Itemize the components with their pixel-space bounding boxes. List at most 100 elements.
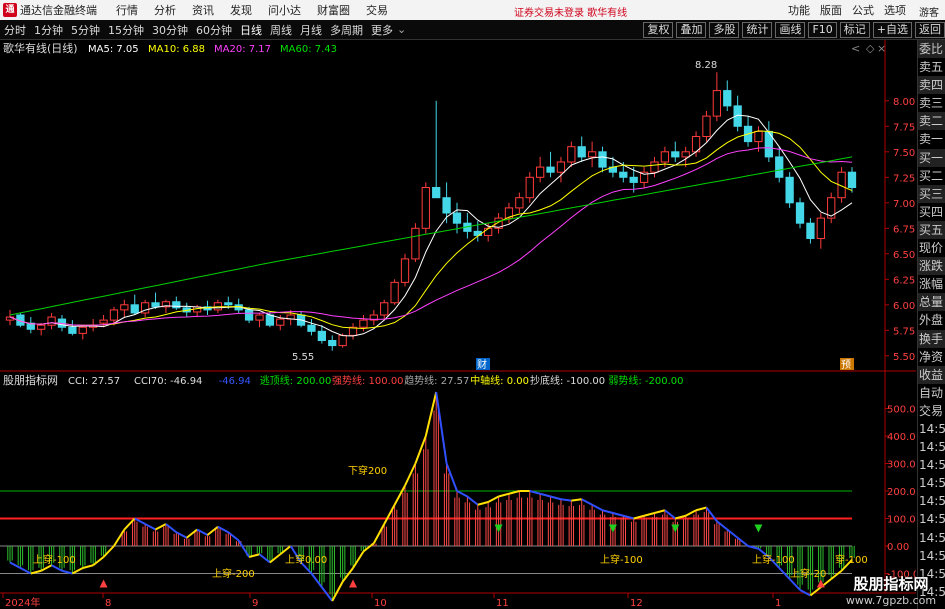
side-panel-item: 涨幅 bbox=[919, 277, 944, 292]
side-panel-item: 14:56 bbox=[919, 548, 945, 563]
menu-trade[interactable]: 交易 bbox=[358, 2, 396, 18]
side-panel-item[interactable]: 自动 bbox=[918, 384, 945, 402]
mark-button[interactable]: 标记 bbox=[839, 22, 870, 38]
side-panel-item[interactable]: 交易 bbox=[918, 402, 945, 420]
guest-user[interactable]: 游客 bbox=[919, 4, 939, 19]
price-tick: 6.00 bbox=[893, 301, 915, 312]
price-tick: 7.75 bbox=[893, 122, 915, 133]
menu-options[interactable]: 选项 bbox=[879, 2, 911, 18]
side-panel-item: 14:56 bbox=[919, 530, 945, 545]
close-icon[interactable]: × bbox=[877, 42, 886, 55]
candle bbox=[785, 172, 794, 208]
stats-button[interactable]: 统计 bbox=[742, 22, 773, 38]
side-panel-item: 卖一 bbox=[919, 132, 944, 147]
side-panel-item: 14:56 bbox=[919, 458, 945, 473]
multi-stock-button[interactable]: 多股 bbox=[709, 22, 740, 38]
indicator-value-2: -46.94 bbox=[219, 376, 251, 387]
side-panel-item: 买四 bbox=[919, 204, 944, 219]
chart-area[interactable]: 歌华有线(日线) MA5: 7.05 MA10: 6.88 MA20: 7.17 MA… bbox=[0, 40, 916, 609]
indicator-value-4: 强势线: 100.00 bbox=[332, 374, 404, 387]
date-tick: 11 bbox=[496, 598, 509, 609]
side-panel-item: 委比 bbox=[918, 40, 945, 59]
menu-news[interactable]: 资讯 bbox=[184, 2, 222, 18]
menu-analysis[interactable]: 分析 bbox=[146, 2, 184, 18]
indicator-value-3: 逃顶线: 200.00 bbox=[260, 374, 332, 387]
app-title: 通达信金融终端 bbox=[20, 4, 97, 17]
side-panel-item: 买二 bbox=[919, 168, 944, 183]
side-panel-item: 净资 bbox=[919, 349, 944, 364]
period-toolbar: 分时 1分钟 5分钟 15分钟 30分钟 60分钟 日线 周线 月线 多周期 更… bbox=[0, 20, 945, 40]
back-button[interactable]: 返回 bbox=[915, 22, 945, 38]
indicator-tick: 400.00 bbox=[887, 432, 916, 443]
indicator-tick: 500.00 bbox=[887, 405, 916, 416]
indicator-value-0: CCI: 27.57 bbox=[68, 376, 120, 387]
menu-function[interactable]: 功能 bbox=[783, 2, 815, 18]
ma-label-0: MA5: 7.05 bbox=[88, 44, 139, 55]
side-panel-item: 总量 bbox=[918, 293, 945, 312]
indicator-tick: 100.00 bbox=[887, 515, 916, 526]
period-tab-60min[interactable]: 60分钟 bbox=[192, 22, 236, 38]
candle bbox=[421, 182, 430, 234]
overlay-button[interactable]: 叠加 bbox=[676, 22, 707, 38]
indicator-tick: 300.00 bbox=[887, 460, 916, 471]
side-panel-item: 14:56 bbox=[919, 512, 945, 527]
side-panel-item: 换手 bbox=[918, 329, 945, 348]
period-tab-monthly[interactable]: 月线 bbox=[296, 22, 326, 38]
right-menu: 功能 版面 公式 选项 bbox=[783, 0, 911, 20]
date-tick: 9 bbox=[252, 598, 258, 609]
finance-badge-text: 财 bbox=[477, 358, 487, 371]
menu-quotes[interactable]: 行情 bbox=[108, 2, 146, 18]
period-tab-30min[interactable]: 30分钟 bbox=[148, 22, 192, 38]
watermark-title: 股朋指标网 bbox=[853, 575, 929, 593]
date-tick: 10 bbox=[374, 598, 387, 609]
side-panel-item: 14:56 bbox=[919, 440, 945, 455]
add-watchlist-button[interactable]: +自选 bbox=[872, 22, 912, 38]
low-price-label: 5.55 bbox=[292, 352, 314, 363]
period-tab-1min[interactable]: 1分钟 bbox=[30, 22, 67, 38]
menu-discover[interactable]: 发现 bbox=[222, 2, 260, 18]
menu-formula[interactable]: 公式 bbox=[847, 2, 879, 18]
period-tab-daily[interactable]: 日线 bbox=[236, 22, 266, 38]
indicator-value-7: 抄底线: -100.00 bbox=[530, 374, 605, 387]
login-notice[interactable]: 证券交易未登录 歌华有线 bbox=[514, 4, 627, 19]
side-panel-item: 现价 bbox=[919, 241, 944, 256]
ma-label-2: MA20: 7.17 bbox=[214, 44, 271, 55]
chevron-down-icon[interactable]: ⌄ bbox=[397, 23, 406, 36]
cci-line-segment bbox=[571, 498, 582, 502]
indicator-value-1: CCI70: -46.94 bbox=[134, 376, 202, 387]
draw-button[interactable]: 画线 bbox=[775, 22, 806, 38]
side-panel-item: 卖二 bbox=[918, 112, 945, 131]
annotation-up-0: 上穿0.00 bbox=[285, 553, 327, 566]
title-bar: 通 通达信金融终端 行情 分析 资讯 发现 问小达 财富圈 交易 证券交易未登录… bbox=[0, 0, 945, 20]
app-logo: 通 通达信金融终端 bbox=[0, 2, 108, 18]
side-panel-item: 外盘 bbox=[919, 313, 944, 328]
period-tab-5min[interactable]: 5分钟 bbox=[67, 22, 104, 38]
period-tab-weekly[interactable]: 周线 bbox=[266, 22, 296, 38]
side-panel-item: 14:56 bbox=[919, 494, 945, 509]
side-panel-item: 卖三 bbox=[919, 96, 944, 111]
annotation-down-100: 穿-100 bbox=[835, 553, 868, 566]
annotation-down-200: 下穿200 bbox=[348, 464, 387, 477]
menu-layout[interactable]: 版面 bbox=[815, 2, 847, 18]
cci-line-segment bbox=[560, 498, 572, 502]
settings-icon[interactable]: ◇ bbox=[866, 42, 875, 55]
menu-ask[interactable]: 问小达 bbox=[260, 2, 309, 18]
side-panel-item: 14:56 bbox=[919, 476, 945, 491]
price-tick: 6.25 bbox=[893, 275, 915, 286]
indicator-tick: 200.00 bbox=[887, 487, 916, 498]
stock-title: 歌华有线(日线) bbox=[3, 41, 78, 55]
forecast-badge-text: 预 bbox=[841, 359, 851, 371]
candle bbox=[390, 279, 399, 305]
menu-wealth[interactable]: 财富圈 bbox=[309, 2, 358, 18]
period-tab-minute[interactable]: 分时 bbox=[0, 22, 30, 38]
side-panel-item: 14:56 bbox=[919, 421, 945, 436]
price-tick: 6.75 bbox=[893, 224, 915, 235]
adjust-button[interactable]: 复权 bbox=[643, 22, 674, 38]
period-tab-more[interactable]: 更多 bbox=[367, 22, 397, 38]
period-tab-15min[interactable]: 15分钟 bbox=[104, 22, 148, 38]
f10-button[interactable]: F10 bbox=[808, 22, 837, 38]
chevron-left-icon[interactable]: < bbox=[851, 42, 860, 55]
candle bbox=[411, 223, 420, 262]
period-tab-multi[interactable]: 多周期 bbox=[326, 22, 367, 38]
indicator-value-8: 弱势线: -200.00 bbox=[608, 374, 683, 387]
